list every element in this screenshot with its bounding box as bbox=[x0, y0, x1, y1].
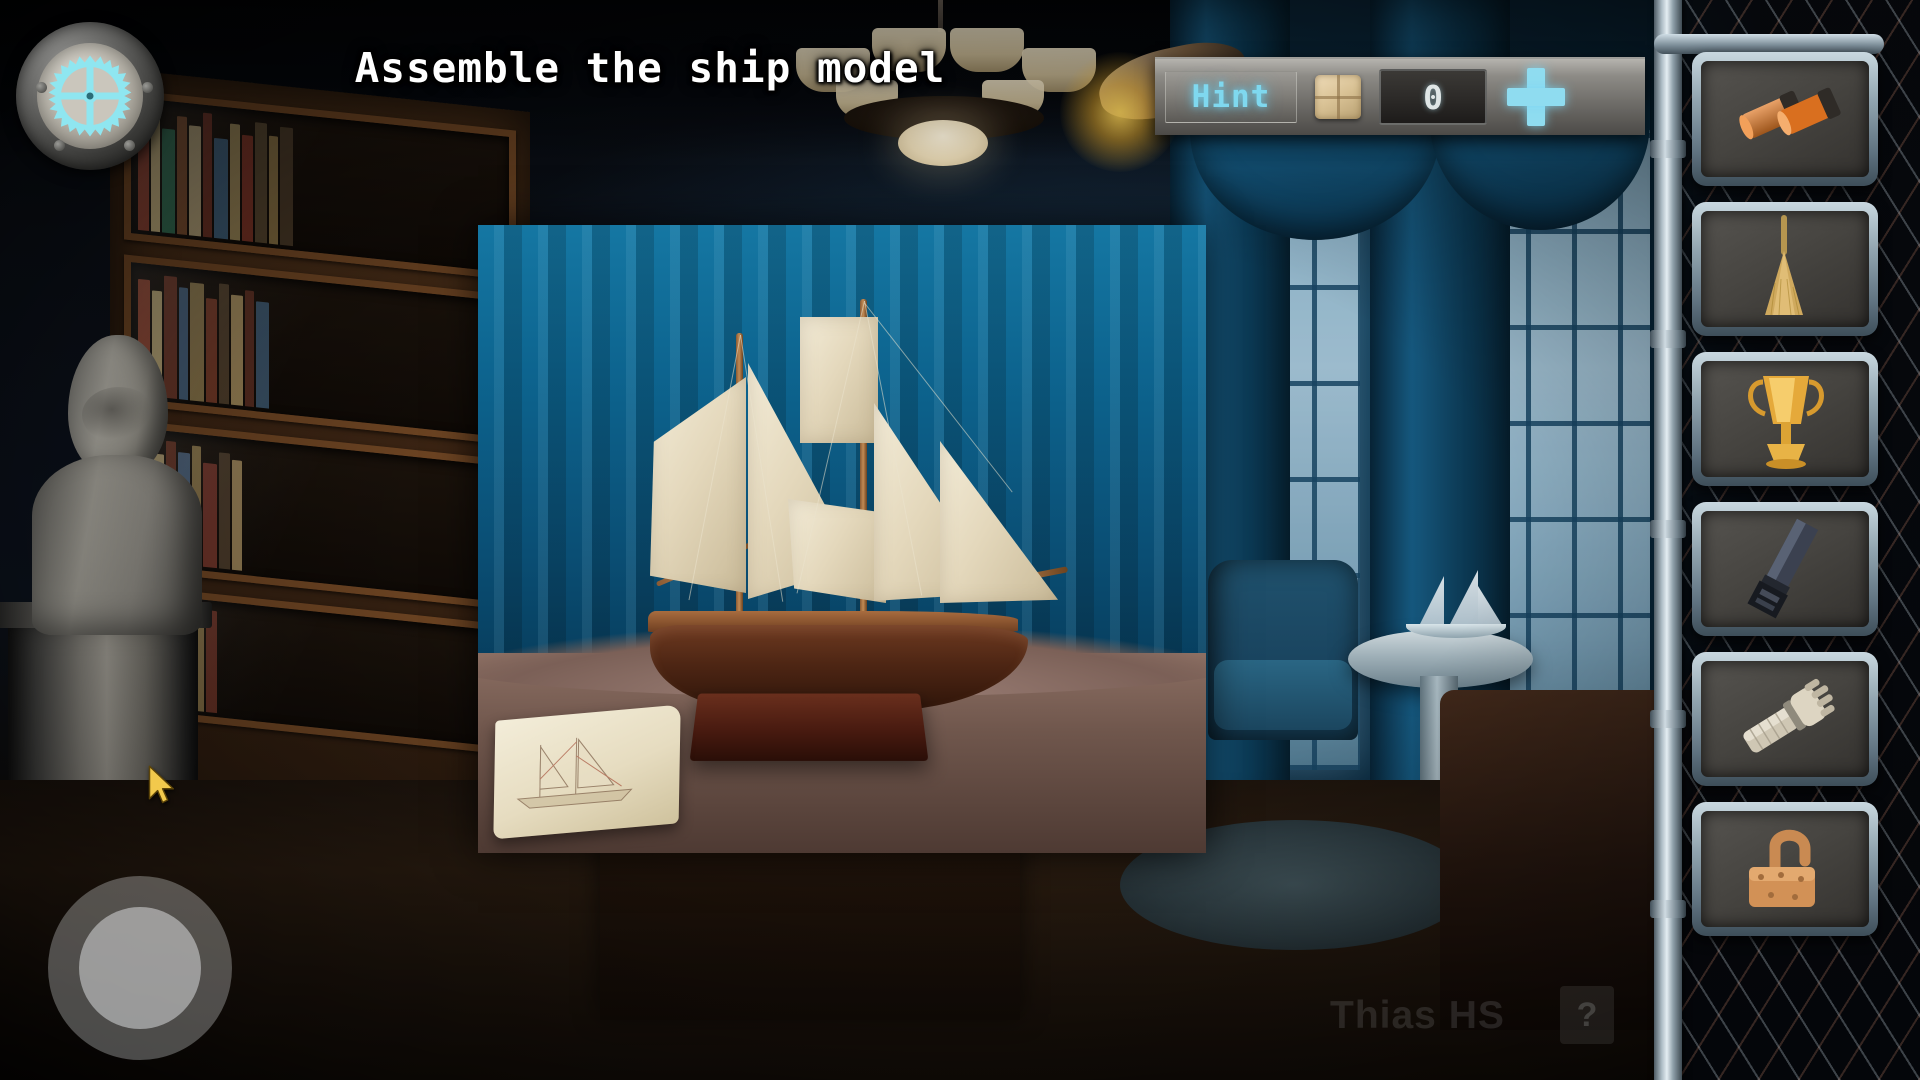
slot-inner bbox=[1701, 211, 1869, 327]
padlock-icon bbox=[1749, 829, 1815, 907]
pipe-band bbox=[1650, 520, 1686, 538]
scraper-icon bbox=[1747, 518, 1819, 619]
inventory-rail bbox=[1654, 34, 1884, 54]
hint-button[interactable]: Hint bbox=[1165, 71, 1297, 123]
armchair bbox=[1208, 560, 1358, 740]
chandelier bbox=[790, 0, 1096, 204]
shelf-case bbox=[124, 89, 516, 281]
blueprint-drawing bbox=[516, 737, 633, 809]
game-screen: Assemble the ship model Hint 0 Thias HS … bbox=[0, 0, 1920, 1080]
ship-model-closeup[interactable] bbox=[478, 225, 1206, 853]
sail-topsail bbox=[800, 317, 878, 443]
hint-counter: 0 bbox=[1379, 69, 1487, 125]
slot-inner bbox=[1701, 61, 1869, 177]
ship-stand bbox=[689, 693, 929, 761]
shells-icon bbox=[1739, 87, 1841, 140]
bust-head bbox=[68, 335, 168, 475]
movement-joystick[interactable] bbox=[48, 876, 232, 1060]
inventory-slot-broom[interactable] bbox=[1692, 202, 1878, 336]
slot-inner bbox=[1701, 511, 1869, 627]
pipe-band bbox=[1650, 710, 1686, 728]
hint-counter-value: 0 bbox=[1423, 77, 1443, 117]
plus-icon[interactable] bbox=[1505, 66, 1567, 128]
sail-jib-outer bbox=[940, 441, 1058, 603]
inventory-slot-shotgun-shells[interactable] bbox=[1692, 52, 1878, 186]
inventory-slot-gauntlet[interactable] bbox=[1692, 652, 1878, 786]
sail-aft bbox=[650, 377, 746, 593]
slot-inner bbox=[1701, 811, 1869, 927]
ship-blueprint bbox=[493, 704, 681, 840]
pipe-band bbox=[1650, 900, 1686, 918]
hud-bar: Hint 0 bbox=[1155, 57, 1645, 135]
screw-icon bbox=[36, 82, 47, 93]
screw-icon bbox=[54, 140, 65, 151]
gear-icon bbox=[48, 55, 132, 137]
pipe-band bbox=[1650, 330, 1686, 348]
chandelier-bowl bbox=[898, 120, 988, 166]
inventory-slot-open-padlock[interactable] bbox=[1692, 802, 1878, 936]
broom-icon bbox=[1765, 215, 1803, 316]
slot-inner bbox=[1701, 361, 1869, 477]
mini-ship-model bbox=[1400, 570, 1510, 642]
bust-body bbox=[32, 455, 202, 635]
hint-label: Hint bbox=[1191, 79, 1271, 115]
inventory-slot-scraper[interactable] bbox=[1692, 502, 1878, 636]
scroll-icon bbox=[1315, 75, 1361, 119]
pipe-band bbox=[1650, 140, 1686, 158]
slot-inner bbox=[1701, 661, 1869, 777]
settings-button[interactable] bbox=[16, 22, 164, 170]
gauntlet-icon bbox=[1743, 678, 1835, 753]
screw-icon bbox=[124, 140, 135, 151]
marble-bust bbox=[18, 335, 203, 635]
inventory-sidebar bbox=[1648, 0, 1920, 1080]
inventory-pipe bbox=[1654, 0, 1682, 1080]
gear-inner bbox=[37, 43, 143, 149]
screw-icon bbox=[142, 82, 153, 93]
trophy-icon bbox=[1748, 376, 1824, 469]
inventory-slot-trophy[interactable] bbox=[1692, 352, 1878, 486]
joystick-knob[interactable] bbox=[79, 907, 201, 1029]
